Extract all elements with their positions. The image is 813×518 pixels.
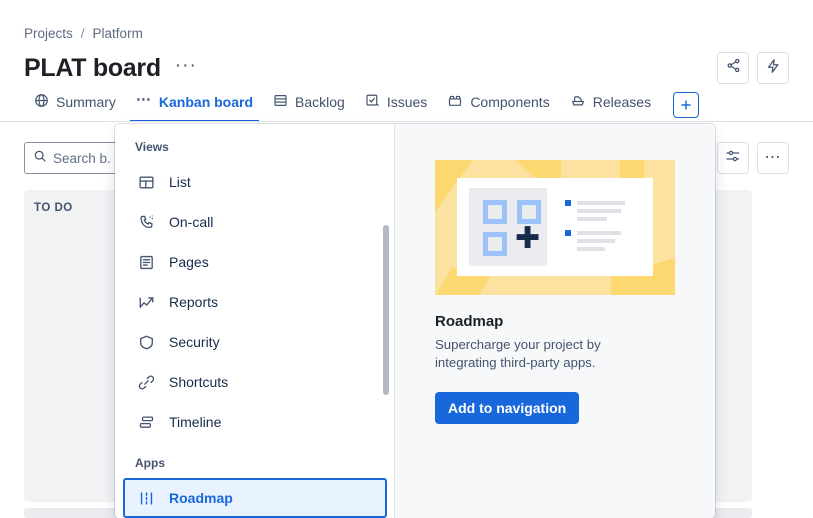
- backlog-icon: [273, 93, 288, 111]
- lightning-bolt-icon: [766, 58, 781, 79]
- share-button[interactable]: [717, 52, 749, 84]
- menu-item-shortcuts[interactable]: Shortcuts: [123, 362, 387, 402]
- illustration-bullet: [565, 230, 571, 236]
- menu-item-label: Timeline: [169, 414, 222, 430]
- illustration-bullet: [565, 200, 571, 206]
- app-preview-pane: ✚ Roadmap Supercharge your project by in…: [395, 124, 715, 518]
- tab-backlog-label: Backlog: [295, 93, 345, 110]
- breadcrumb-platform[interactable]: Platform: [93, 26, 143, 41]
- illustration-line: [577, 209, 621, 213]
- illustration-line: [577, 217, 607, 221]
- page-header: Projects / Platform PLAT board ··· Summa…: [0, 0, 813, 122]
- add-view-button[interactable]: [673, 92, 700, 118]
- reports-chart-icon: [137, 293, 155, 311]
- menu-item-label: List: [169, 174, 191, 190]
- tab-components-label: Components: [470, 93, 550, 110]
- tab-issues[interactable]: Issues: [355, 90, 437, 122]
- illustration-line: [577, 239, 615, 243]
- preview-title: Roadmap: [435, 313, 504, 330]
- search-icon: [33, 149, 47, 168]
- menu-section-views-label: Views: [135, 140, 169, 154]
- share-icon: [726, 58, 741, 78]
- views-menu-pane: Views List On-call Pages Reports Securit…: [115, 124, 394, 518]
- menu-item-label: Reports: [169, 294, 219, 310]
- tab-issues-label: Issues: [386, 93, 428, 110]
- menu-item-label: Roadmap: [169, 490, 233, 506]
- settings-sliders-icon: [725, 148, 741, 169]
- plus-icon: [681, 100, 691, 110]
- tab-summary-label: Summary: [56, 93, 116, 110]
- breadcrumb-projects[interactable]: Projects: [24, 26, 73, 41]
- globe-icon: [34, 93, 49, 111]
- menu-item-label: Security: [169, 334, 220, 350]
- menu-item-reports[interactable]: Reports: [123, 282, 387, 322]
- illustration-square: [483, 232, 507, 256]
- phone-oncall-icon: [137, 213, 155, 231]
- view-tabs: Summary ⋯ Kanban board Backlog Issues Co…: [24, 90, 700, 122]
- link-icon: [137, 373, 155, 391]
- illustration-line: [577, 247, 605, 251]
- preview-description: Supercharge your project by integrating …: [435, 337, 601, 371]
- more-dots-icon: ⋯: [135, 90, 152, 108]
- menu-item-roadmap[interactable]: Roadmap: [123, 478, 387, 518]
- page-title-more-button[interactable]: ···: [171, 55, 201, 83]
- tab-backlog[interactable]: Backlog: [263, 90, 355, 122]
- add-to-navigation-button[interactable]: Add to navigation: [435, 392, 580, 425]
- more-dots-icon: ⋯: [764, 149, 782, 166]
- roadmap-illustration: ✚: [435, 160, 675, 295]
- illustration-line: [577, 201, 625, 205]
- menu-section-apps-label: Apps: [135, 456, 165, 470]
- pages-icon: [137, 253, 155, 271]
- illustration-line: [577, 231, 621, 235]
- breadcrumb-separator: /: [80, 26, 85, 41]
- shield-icon: [137, 333, 155, 351]
- menu-item-label: Shortcuts: [169, 374, 229, 390]
- tab-releases-label: Releases: [592, 93, 652, 110]
- tab-kanban-board-label: Kanban board: [158, 93, 254, 110]
- illustration-grid-panel: ✚: [469, 188, 547, 266]
- menu-item-label: On-call: [169, 214, 214, 230]
- illustration-square: [517, 200, 541, 224]
- header-actions: [717, 52, 789, 84]
- menu-item-pages[interactable]: Pages: [123, 242, 387, 282]
- timeline-icon: [137, 413, 155, 431]
- issues-icon: [365, 93, 380, 111]
- illustration-plus-icon: ✚: [515, 222, 541, 255]
- menu-item-security[interactable]: Security: [123, 322, 387, 362]
- illustration-square: [483, 200, 507, 224]
- page-title: PLAT board: [24, 54, 161, 82]
- board-more-button[interactable]: ⋯: [757, 142, 789, 174]
- board-toolbar-actions: ⋯: [717, 142, 789, 174]
- views-menu-list: Views List On-call Pages Reports Securit…: [115, 124, 394, 518]
- releases-icon: [570, 93, 586, 111]
- menu-item-on-call[interactable]: On-call: [123, 202, 387, 242]
- list-grid-icon: [137, 173, 155, 191]
- views-dropdown-popup: Views List On-call Pages Reports Securit…: [115, 124, 715, 518]
- automation-button[interactable]: [757, 52, 789, 84]
- group-by-button[interactable]: [717, 142, 749, 174]
- menu-item-timeline[interactable]: Timeline: [123, 402, 387, 442]
- tab-kanban-board[interactable]: ⋯ Kanban board: [126, 90, 263, 122]
- jira-board-page: Projects / Platform PLAT board ··· Summa…: [0, 0, 813, 518]
- components-icon: [447, 93, 463, 111]
- title-row: PLAT board ···: [24, 54, 201, 83]
- menu-item-list[interactable]: List: [123, 162, 387, 202]
- menu-scrollbar[interactable]: [383, 225, 389, 395]
- breadcrumb: Projects / Platform: [24, 26, 143, 41]
- menu-item-label: Pages: [169, 254, 209, 270]
- roadmap-bars-icon: [137, 489, 155, 507]
- illustration-card: ✚: [457, 178, 653, 276]
- tab-releases[interactable]: Releases: [560, 90, 661, 122]
- tab-components[interactable]: Components: [437, 90, 559, 122]
- tab-summary[interactable]: Summary: [24, 90, 126, 122]
